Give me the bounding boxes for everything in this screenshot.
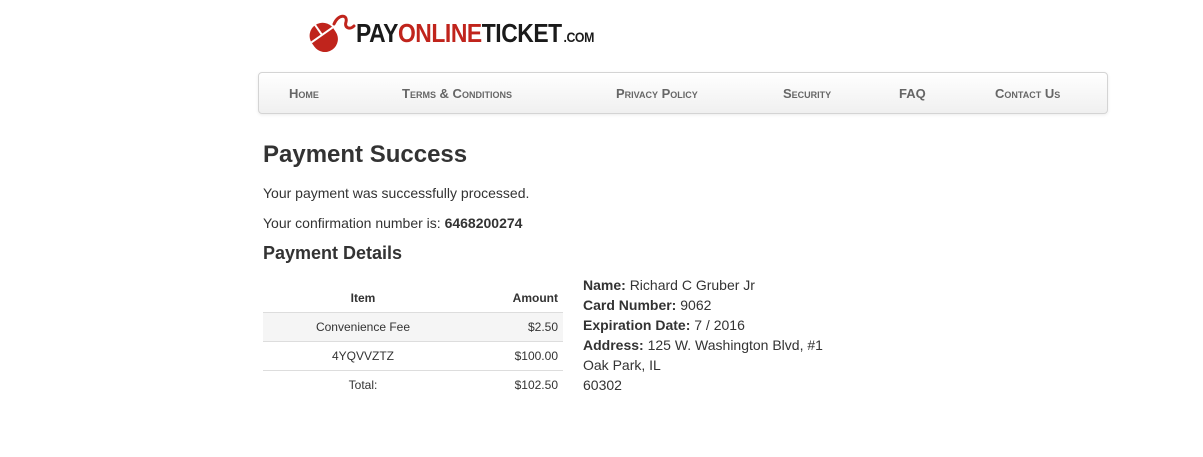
logo-wordmark: PAY ONLINE TICKET .COM [356, 20, 594, 46]
logo-pay-text: PAY [356, 18, 398, 48]
payer-name-value: Richard C Gruber Jr [629, 277, 755, 293]
card-number-label: Card Number: [583, 297, 677, 313]
address-line: Address: 125 W. Washington Blvd, #1 [583, 335, 823, 355]
site-logo[interactable]: PAY ONLINE TICKET .COM [304, 12, 626, 54]
logo-com-text: .COM [563, 29, 594, 45]
logo-mouse-icon [309, 14, 356, 53]
nav-home-link[interactable]: Home [289, 86, 319, 101]
card-number-line: Card Number: 9062 [583, 295, 823, 315]
payer-details: Name: Richard C Gruber Jr Card Number: 9… [583, 275, 823, 395]
confirmation-number: 6468200274 [444, 215, 523, 231]
payment-details-heading: Payment Details [263, 243, 403, 263]
success-message: Your payment was successfully processed. [263, 185, 530, 201]
table-cell-amount: $2.50 [463, 312, 563, 342]
nav-security-link[interactable]: Security [783, 86, 831, 101]
payment-table: Item Amount Convenience Fee $2.50 4YQVVZ… [263, 284, 563, 399]
address-line2: Oak Park, IL [583, 357, 661, 373]
main-content: Payment Success [263, 140, 1063, 170]
nav-faq-link[interactable]: FAQ [899, 86, 926, 101]
nav-terms-link[interactable]: Terms & Conditions [402, 86, 512, 101]
main-navbar: Home Terms & Conditions Privacy Policy S… [258, 72, 1108, 114]
card-number-value: 9062 [680, 297, 712, 313]
page-title: Payment Success [263, 141, 468, 168]
payer-name-line: Name: Richard C Gruber Jr [583, 275, 823, 295]
address-line3: 60302 [583, 377, 622, 393]
payer-name-label: Name: [583, 277, 626, 293]
logo-online-text: ONLINE [397, 18, 482, 48]
column-header-amount: Amount [463, 284, 563, 313]
confirmation-label: Your confirmation number is: [263, 215, 441, 231]
table-cell-item: Total: [263, 370, 463, 399]
expiration-line: Expiration Date: 7 / 2016 [583, 315, 823, 335]
expiration-label: Expiration Date: [583, 317, 691, 333]
nav-privacy-link[interactable]: Privacy Policy [616, 86, 698, 101]
column-header-item: Item [263, 284, 463, 313]
table-row: Convenience Fee $2.50 [263, 312, 563, 342]
table-cell-amount: $102.50 [463, 370, 563, 399]
table-header-row: Item Amount [263, 284, 563, 313]
confirmation-line: Your confirmation number is: 6468200274 [263, 215, 522, 231]
logo-ticket-text: TICKET [481, 18, 562, 48]
table-row: 4YQVVZTZ $100.00 [263, 341, 563, 371]
expiration-value: 7 / 2016 [694, 317, 745, 333]
nav-contact-link[interactable]: Contact Us [995, 86, 1060, 101]
table-row-total: Total: $102.50 [263, 370, 563, 399]
page: PAY ONLINE TICKET .COM Home Terms & Cond… [0, 0, 1203, 457]
table-cell-item: Convenience Fee [263, 312, 463, 342]
table-cell-item: 4YQVVZTZ [263, 341, 463, 371]
address-line1: 125 W. Washington Blvd, #1 [647, 337, 823, 353]
address-label: Address: [583, 337, 644, 353]
table-cell-amount: $100.00 [463, 341, 563, 371]
